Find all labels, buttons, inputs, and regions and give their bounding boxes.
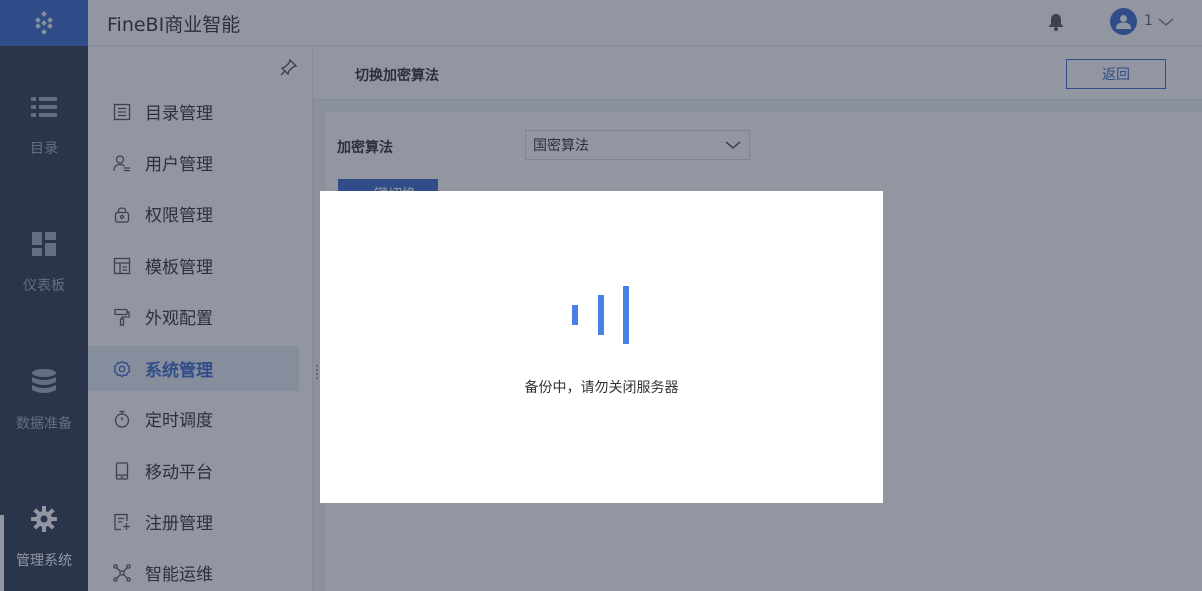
loader-bar [598, 295, 604, 335]
loader-bar [572, 305, 578, 325]
loading-spinner-icon [572, 285, 632, 345]
modal-message: 备份中，请勿关闭服务器 [524, 380, 679, 396]
loading-modal: 备份中，请勿关闭服务器 [320, 191, 883, 503]
loader-bar [623, 286, 629, 344]
